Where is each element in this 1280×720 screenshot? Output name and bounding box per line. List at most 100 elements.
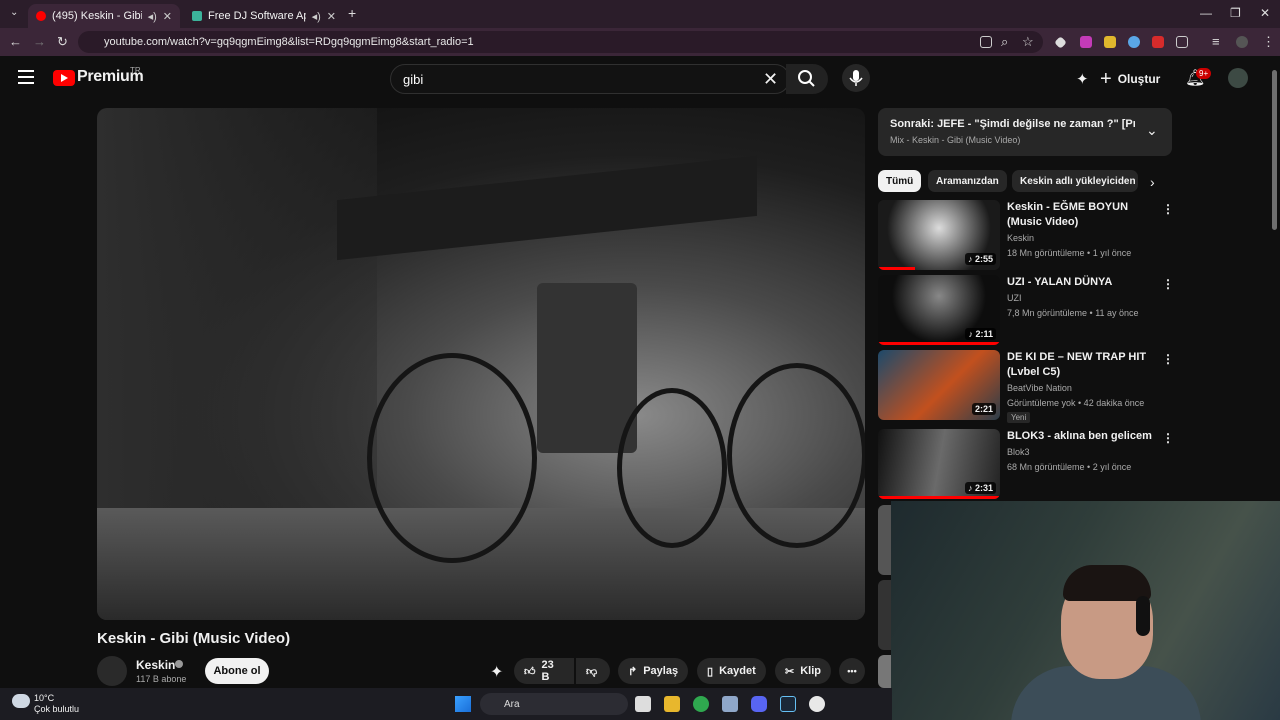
zoom-icon[interactable]: ⌕ bbox=[1001, 34, 1008, 50]
close-tab-icon[interactable]: ✕ bbox=[327, 10, 336, 23]
video-thumbnail[interactable]: ♪ 2:55 bbox=[878, 200, 1000, 270]
browser-menu-icon[interactable]: ⋮ bbox=[1262, 34, 1275, 50]
close-tab-icon[interactable]: ✕ bbox=[163, 10, 172, 23]
chip-from-search[interactable]: Aramanızdan bbox=[928, 170, 1007, 192]
bookmark-star-icon[interactable]: ☆ bbox=[1022, 34, 1034, 50]
voice-search-button[interactable] bbox=[842, 64, 870, 92]
extension-icon[interactable] bbox=[1054, 36, 1067, 49]
youtube-favicon-icon bbox=[36, 11, 46, 21]
cloud-icon[interactable] bbox=[12, 694, 30, 708]
recommendation-item[interactable]: 2:21 DE KI DE – NEW TRAP HIT (Lvbel C5) … bbox=[878, 350, 1174, 423]
more-options-icon[interactable]: ⋮ bbox=[1162, 202, 1174, 216]
channel-name[interactable]: Keskin bbox=[136, 658, 175, 672]
recommendation-item[interactable]: ♪ 2:55 Keskin - EĞME BOYUN (Music Video)… bbox=[878, 200, 1174, 270]
video-player[interactable] bbox=[97, 108, 865, 620]
share-label: Paylaş bbox=[643, 665, 679, 677]
task-view-icon[interactable] bbox=[635, 696, 651, 712]
more-options-icon[interactable]: ⋮ bbox=[1162, 352, 1174, 366]
extension-icon[interactable] bbox=[1128, 36, 1140, 48]
youtube-logo-icon[interactable] bbox=[53, 70, 75, 86]
restore-icon[interactable]: ❐ bbox=[1230, 6, 1241, 20]
tab-dj-software[interactable]: Free DJ Software App for O ◂) ✕ bbox=[184, 4, 344, 28]
video-thumbnail[interactable]: 2:21 bbox=[878, 350, 1000, 420]
watch-progress-bar bbox=[878, 267, 915, 270]
more-options-icon[interactable]: ⋮ bbox=[1162, 431, 1174, 445]
tab-list-chevron-icon[interactable]: ⌄ bbox=[10, 7, 18, 18]
minimize-icon[interactable]: — bbox=[1200, 6, 1212, 20]
video-thumbnail[interactable]: ♪ 2:31 bbox=[878, 429, 1000, 499]
scrollbar-thumb[interactable] bbox=[1272, 70, 1277, 230]
tab-search-icon[interactable]: ≡ bbox=[1212, 34, 1220, 49]
video-thumbnail[interactable] bbox=[878, 655, 891, 688]
video-frame-wheel bbox=[617, 388, 727, 548]
search-input[interactable]: gibi bbox=[390, 64, 790, 94]
new-tab-button[interactable]: + bbox=[348, 5, 356, 21]
scissors-icon: ✂ bbox=[785, 665, 795, 678]
file-explorer-icon[interactable] bbox=[664, 696, 680, 712]
video-title[interactable]: Keskin - EĞME BOYUN (Music Video) bbox=[1007, 200, 1155, 230]
video-thumbnail[interactable] bbox=[878, 580, 891, 650]
chip-all[interactable]: Tümü bbox=[878, 170, 922, 192]
weather-description[interactable]: Çok bulutlu bbox=[34, 704, 79, 714]
close-window-icon[interactable]: ✕ bbox=[1260, 6, 1270, 20]
extension-icon[interactable] bbox=[1080, 36, 1092, 48]
more-options-icon[interactable]: ⋮ bbox=[1162, 277, 1174, 291]
channel-avatar[interactable] bbox=[97, 656, 127, 686]
browser-tab-bar: ⌄ (495) Keskin - Gibi (Music V ◂) ✕ Free… bbox=[0, 0, 1280, 28]
video-title[interactable]: DE KI DE – NEW TRAP HIT (Lvbel C5) bbox=[1007, 350, 1155, 380]
url-bar[interactable]: youtube.com/watch?v=gq9qgmEimg8&list=RDg… bbox=[78, 31, 1043, 53]
profile-avatar[interactable] bbox=[1236, 36, 1248, 48]
taskbar-search[interactable]: Ara bbox=[480, 693, 628, 715]
back-icon[interactable]: ← bbox=[9, 34, 22, 49]
app-icon[interactable] bbox=[722, 696, 738, 712]
like-button[interactable]: 👍︎ 23 B bbox=[514, 658, 574, 684]
video-thumbnail[interactable] bbox=[878, 505, 891, 575]
up-next-panel[interactable]: Sonraki: JEFE - "Şimdi değilse ne zaman … bbox=[878, 108, 1172, 156]
dislike-button[interactable]: 👎︎ bbox=[576, 658, 610, 684]
chevron-down-icon[interactable]: ⌄ bbox=[1146, 122, 1158, 139]
notification-badge: 9+ bbox=[1196, 68, 1212, 79]
weather-temperature[interactable]: 10°C bbox=[34, 693, 54, 703]
windows-start-icon[interactable] bbox=[455, 696, 471, 712]
save-button[interactable]: ▯ Kaydet bbox=[697, 658, 766, 684]
chrome-icon[interactable] bbox=[693, 696, 709, 712]
steam-icon[interactable] bbox=[780, 696, 796, 712]
clear-search-icon[interactable]: ✕ bbox=[763, 69, 778, 90]
share-button[interactable]: ↱ Paylaş bbox=[618, 658, 689, 684]
channel-name[interactable]: Blok3 bbox=[1007, 447, 1030, 457]
verified-icon bbox=[175, 660, 183, 668]
search-button[interactable] bbox=[786, 64, 828, 94]
video-thumbnail[interactable]: ♪ 2:11 bbox=[878, 275, 1000, 345]
channel-name[interactable]: UZI bbox=[1007, 293, 1022, 303]
webcam-person-hair bbox=[1063, 565, 1151, 601]
cast-icon[interactable] bbox=[980, 36, 992, 48]
account-avatar[interactable] bbox=[1228, 68, 1248, 88]
reload-icon[interactable]: ↻ bbox=[57, 34, 68, 50]
chevron-right-icon[interactable]: › bbox=[1150, 174, 1155, 190]
clip-button[interactable]: ✂ Klip bbox=[775, 658, 831, 684]
forward-icon[interactable]: → bbox=[33, 34, 46, 49]
extension-icon[interactable] bbox=[1104, 36, 1116, 48]
tab-youtube[interactable]: (495) Keskin - Gibi (Music V ◂) ✕ bbox=[28, 4, 180, 28]
extension-icon[interactable] bbox=[1152, 36, 1164, 48]
video-title[interactable]: UZI - YALAN DÜNYA bbox=[1007, 275, 1155, 290]
discord-icon[interactable] bbox=[751, 696, 767, 712]
video-frame-wheel bbox=[727, 363, 865, 548]
recommendation-item[interactable]: ♪ 2:31 BLOK3 - aklına ben gelicem Blok3 … bbox=[878, 429, 1174, 499]
chip-from-uploader[interactable]: Keskin adlı yükleyiciden bbox=[1012, 170, 1138, 192]
watch-progress-bar bbox=[878, 342, 1000, 345]
recommendation-item[interactable]: ♪ 2:11 UZI - YALAN DÜNYA UZI 7,8 Mn görü… bbox=[878, 275, 1174, 345]
extensions-puzzle-icon[interactable] bbox=[1176, 36, 1188, 48]
more-actions-button[interactable]: ••• bbox=[839, 658, 865, 684]
obs-icon[interactable] bbox=[809, 696, 825, 712]
gemini-sparkle-icon[interactable]: ✦ bbox=[1076, 70, 1089, 88]
video-meta: 18 Mn görüntüleme • 1 yıl önce bbox=[1007, 248, 1132, 258]
channel-name[interactable]: BeatVibe Nation bbox=[1007, 383, 1072, 393]
like-count: 23 B bbox=[541, 659, 554, 683]
create-button[interactable]: + Oluştur bbox=[1100, 66, 1160, 92]
hamburger-menu-icon[interactable] bbox=[18, 70, 34, 84]
video-title[interactable]: BLOK3 - aklına ben gelicem bbox=[1007, 429, 1155, 444]
subscribe-button[interactable]: Abone ol bbox=[205, 658, 269, 684]
gemini-sparkle-icon[interactable]: ✦ bbox=[490, 662, 503, 682]
channel-name[interactable]: Keskin bbox=[1007, 233, 1034, 243]
